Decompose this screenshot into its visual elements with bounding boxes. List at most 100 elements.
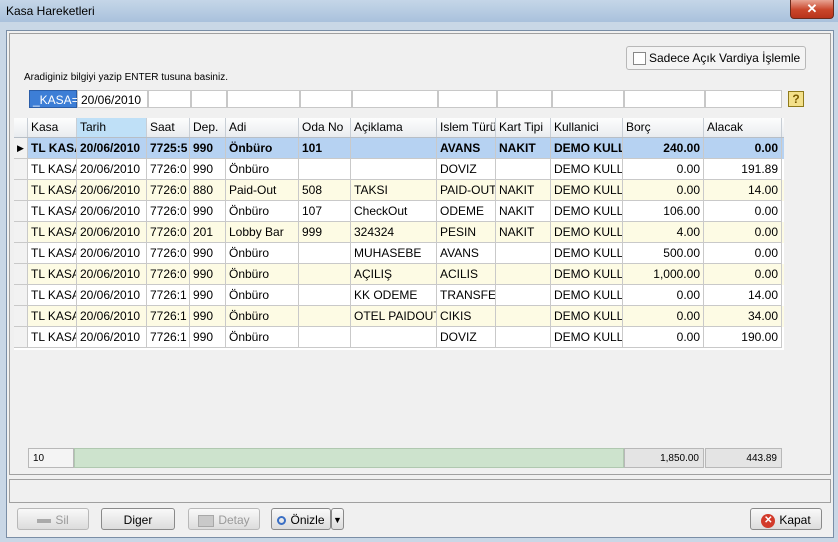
onizle-dropdown-button[interactable]: ▼ <box>331 508 344 530</box>
table-row[interactable]: TL KASA 20/06/2010 7726:0 990 Önbüro AÇILIŞ AC… <box>14 264 784 285</box>
row-indicator[interactable] <box>14 306 28 327</box>
cell-dep: 990 <box>190 243 226 264</box>
current-row-indicator-icon[interactable]: ▶ <box>14 138 28 159</box>
table-row[interactable]: TL KASA 20/06/2010 7726:0 880 Paid-Out 508 TAK… <box>14 180 784 201</box>
row-indicator[interactable] <box>14 201 28 222</box>
cell-islemturu: DOVIZ <box>437 327 496 348</box>
cell-borc: 0.00 <box>623 327 704 348</box>
client-area: Sadece Açık Vardiya İşlemle Aradiginiz b… <box>6 30 834 538</box>
row-indicator[interactable] <box>14 243 28 264</box>
column-header-kasa[interactable]: Kasa <box>28 118 77 137</box>
cell-tarih: 20/06/2010 <box>77 264 147 285</box>
cell-aciklama: MUHASEBE <box>351 243 437 264</box>
cell-karttipi: NAKIT <box>496 138 551 159</box>
diger-button[interactable]: Diger <box>101 508 175 530</box>
cell-adi: Lobby Bar <box>226 222 299 243</box>
cell-karttipi: NAKIT <box>496 201 551 222</box>
filter-icon[interactable]: ? <box>788 91 804 107</box>
cell-odano <box>299 306 351 327</box>
table-row[interactable]: TL KASA 20/06/2010 7726:1 990 Önbüro DOVIZ DEM… <box>14 327 784 348</box>
cell-borc: 0.00 <box>623 159 704 180</box>
minus-icon <box>37 518 52 523</box>
close-window-button[interactable]: ✕ <box>790 0 834 19</box>
column-header-alacak[interactable]: Alacak <box>704 118 782 137</box>
filter-karttipi-field[interactable] <box>497 90 552 108</box>
cell-adi: Önbüro <box>226 306 299 327</box>
only-open-shift-toggle[interactable]: Sadece Açık Vardiya İşlemle <box>626 46 806 70</box>
cell-odano: 999 <box>299 222 351 243</box>
cell-islemturu: TRANSFE <box>437 285 496 306</box>
cell-islemturu: ODEME <box>437 201 496 222</box>
transactions-grid: Kasa Tarih Saat Dep. Adi Oda No Açiklama Islem … <box>14 118 784 350</box>
only-open-shift-label: Sadece Açık Vardiya İşlemle <box>649 51 801 65</box>
filter-islemturu-field[interactable] <box>438 90 497 108</box>
filter-odano-field[interactable] <box>300 90 352 108</box>
filter-aciklama-field[interactable] <box>352 90 438 108</box>
cell-karttipi <box>496 264 551 285</box>
detay-button[interactable]: Detay <box>188 508 260 530</box>
filter-adi-field[interactable] <box>227 90 300 108</box>
filter-dep-field[interactable] <box>191 90 227 108</box>
row-indicator[interactable] <box>14 285 28 306</box>
filter-tarih-field[interactable]: 20/06/2010 <box>77 90 148 108</box>
column-header-aciklama[interactable]: Açiklama <box>351 118 437 137</box>
cell-kullanici: DEMO KULL <box>551 264 623 285</box>
diger-label: Diger <box>123 513 153 527</box>
cell-aciklama: AÇILIŞ <box>351 264 437 285</box>
filter-kasa-field[interactable]: _KASA= <box>29 90 79 108</box>
filter-alacak-field[interactable] <box>705 90 782 108</box>
cell-islemturu: AVANS <box>437 243 496 264</box>
table-row[interactable]: TL KASA 20/06/2010 7726:1 990 Önbüro KK ODEME… <box>14 285 784 306</box>
cell-adi: Önbüro <box>226 201 299 222</box>
row-indicator[interactable] <box>14 264 28 285</box>
kapat-button[interactable]: ✕ Kapat <box>750 508 822 530</box>
table-row[interactable]: TL KASA 20/06/2010 7726:1 990 Önbüro OTEL PAI… <box>14 306 784 327</box>
row-indicator[interactable] <box>14 180 28 201</box>
column-header-odano[interactable]: Oda No <box>299 118 351 137</box>
column-header-karttipi[interactable]: Kart Tipi <box>496 118 551 137</box>
cell-karttipi: NAKIT <box>496 222 551 243</box>
only-open-shift-checkbox[interactable] <box>633 52 646 65</box>
column-header-dep[interactable]: Dep. <box>190 118 226 137</box>
column-header-tarih[interactable]: Tarih <box>77 118 147 137</box>
column-header-islemturu[interactable]: Islem Türü <box>437 118 496 137</box>
onizle-button[interactable]: Önizle <box>271 508 331 530</box>
row-indicator[interactable] <box>14 327 28 348</box>
cell-dep: 990 <box>190 285 226 306</box>
column-header-kullanici[interactable]: Kullanici <box>551 118 623 137</box>
cell-odano: 508 <box>299 180 351 201</box>
filter-kullanici-field[interactable] <box>552 90 624 108</box>
cell-dep: 990 <box>190 327 226 348</box>
status-bar <box>9 479 831 503</box>
row-indicator[interactable] <box>14 222 28 243</box>
table-row[interactable]: ▶TL KASA20/06/20107725:5990Önbüro101 AVAN… <box>14 138 784 159</box>
cell-saat: 7726:0 <box>147 264 190 285</box>
cell-aciklama: KK ODEME <box>351 285 437 306</box>
row-indicator[interactable] <box>14 159 28 180</box>
window-title: Kasa Hareketleri <box>6 4 95 18</box>
table-row[interactable]: TL KASA 20/06/2010 7726:0 990 Önbüro MUHASEBE… <box>14 243 784 264</box>
cell-kasa: TL KASA <box>28 138 77 159</box>
column-header-saat[interactable]: Saat <box>147 118 190 137</box>
cell-aciklama <box>351 327 437 348</box>
table-row[interactable]: TL KASA 20/06/2010 7726:0 990 Önbüro DOVIZ DEM… <box>14 159 784 180</box>
cell-kasa: TL KASA <box>28 264 77 285</box>
cell-dep: 990 <box>190 201 226 222</box>
chevron-down-icon: ▼ <box>333 515 342 525</box>
detay-label: Detay <box>218 513 250 527</box>
search-hint: Aradiginiz bilgiyi yazip ENTER tusuna ba… <box>24 72 228 83</box>
column-header-adi[interactable]: Adi <box>226 118 299 137</box>
column-header-borc[interactable]: Borç <box>623 118 704 137</box>
cell-saat: 7726:0 <box>147 222 190 243</box>
cell-adi: Önbüro <box>226 285 299 306</box>
cell-saat: 7725:5 <box>147 138 190 159</box>
filter-saat-field[interactable] <box>148 90 191 108</box>
cell-tarih: 20/06/2010 <box>77 285 147 306</box>
table-row[interactable]: TL KASA 20/06/2010 7726:0 201 Lobby Bar 999 32… <box>14 222 784 243</box>
cell-alacak: 0.00 <box>704 201 782 222</box>
grid-header: Kasa Tarih Saat Dep. Adi Oda No Açiklama Islem … <box>14 118 784 138</box>
table-row[interactable]: TL KASA 20/06/2010 7726:0 990 Önbüro 107 Check… <box>14 201 784 222</box>
cell-borc: 500.00 <box>623 243 704 264</box>
filter-borc-field[interactable] <box>624 90 705 108</box>
sil-button[interactable]: Sil <box>17 508 89 530</box>
